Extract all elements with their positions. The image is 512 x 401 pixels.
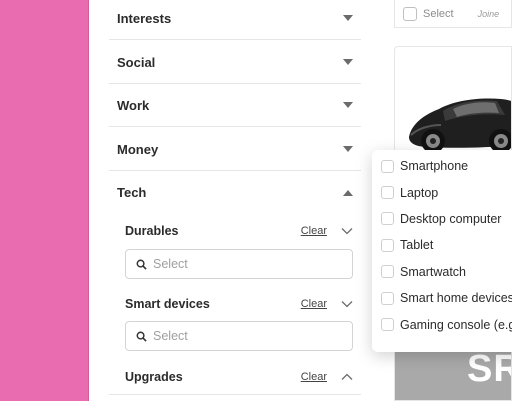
option-label: Smartwatch — [400, 264, 466, 279]
section-tech[interactable]: Tech — [109, 171, 361, 214]
select-placeholder: Select — [153, 257, 188, 271]
option-laptop[interactable]: Laptop — [372, 179, 512, 205]
option-label: Gaming console (e.g — [400, 317, 512, 332]
subsection-durables: Durables Clear — [125, 221, 353, 241]
subsection-label: Upgrades — [125, 370, 183, 384]
option-label: Smartphone — [400, 159, 469, 174]
search-icon — [136, 331, 147, 342]
select-card: Select Joine — [394, 0, 512, 28]
subsection-label: Durables — [125, 224, 179, 238]
caret-down-icon — [343, 15, 353, 21]
divider — [109, 394, 361, 395]
option-label: Desktop computer — [400, 211, 502, 226]
card-select-label: Select — [423, 7, 454, 20]
section-label: Social — [117, 54, 156, 70]
section-label: Money — [117, 141, 159, 157]
option-checkbox[interactable] — [381, 318, 394, 332]
caret-down-icon — [343, 102, 353, 108]
caret-down-icon — [343, 59, 353, 65]
option-checkbox[interactable] — [381, 212, 394, 226]
option-smartwatch[interactable]: Smartwatch — [372, 259, 512, 285]
option-checkbox[interactable] — [381, 265, 394, 279]
option-label: Tablet — [400, 238, 434, 253]
durables-select[interactable]: Select — [125, 249, 353, 279]
caret-down-icon — [343, 146, 353, 152]
section-label: Work — [117, 97, 150, 113]
section-interests[interactable]: Interests — [109, 0, 361, 40]
section-money[interactable]: Money — [109, 128, 361, 171]
select-placeholder: Select — [153, 329, 188, 343]
section-work[interactable]: Work — [109, 84, 361, 127]
option-checkbox[interactable] — [381, 291, 394, 305]
card-joined-label: Joine — [477, 8, 500, 19]
pink-side-panel — [0, 0, 89, 401]
option-smart-home-devices[interactable]: Smart home devices — [372, 285, 512, 311]
clear-smart-devices-link[interactable]: Clear — [301, 298, 327, 310]
subsection-label: Smart devices — [125, 297, 210, 311]
search-icon — [136, 259, 147, 270]
caret-up-icon — [343, 189, 353, 196]
option-gaming-console[interactable]: Gaming console (e.g — [372, 311, 512, 337]
clear-upgrades-link[interactable]: Clear — [301, 371, 327, 383]
option-label: Laptop — [400, 185, 439, 200]
option-checkbox[interactable] — [381, 238, 394, 252]
option-desktop-computer[interactable]: Desktop computer — [372, 206, 512, 232]
subsection-smart-devices: Smart devices Clear — [125, 294, 353, 314]
smart-devices-select[interactable]: Select — [125, 321, 353, 351]
subsection-upgrades: Upgrades Clear — [125, 367, 353, 387]
option-checkbox[interactable] — [381, 186, 394, 200]
section-social[interactable]: Social — [109, 41, 361, 84]
option-smartphone[interactable]: Smartphone — [372, 153, 512, 179]
section-label: Interests — [117, 10, 172, 26]
promo-text: SR — [467, 348, 511, 390]
card-checkbox[interactable] — [403, 6, 417, 21]
smart-devices-dropdown: Smartphone Laptop Desktop computer Table… — [372, 150, 512, 352]
option-label: Smart home devices — [400, 291, 512, 306]
option-checkbox[interactable] — [381, 159, 394, 173]
option-tablet[interactable]: Tablet — [372, 232, 512, 258]
chevron-up-icon[interactable] — [341, 371, 353, 383]
chevron-down-icon[interactable] — [341, 225, 353, 237]
clear-durables-link[interactable]: Clear — [301, 225, 327, 237]
section-label: Tech — [117, 185, 147, 200]
chevron-down-icon[interactable] — [341, 298, 353, 310]
